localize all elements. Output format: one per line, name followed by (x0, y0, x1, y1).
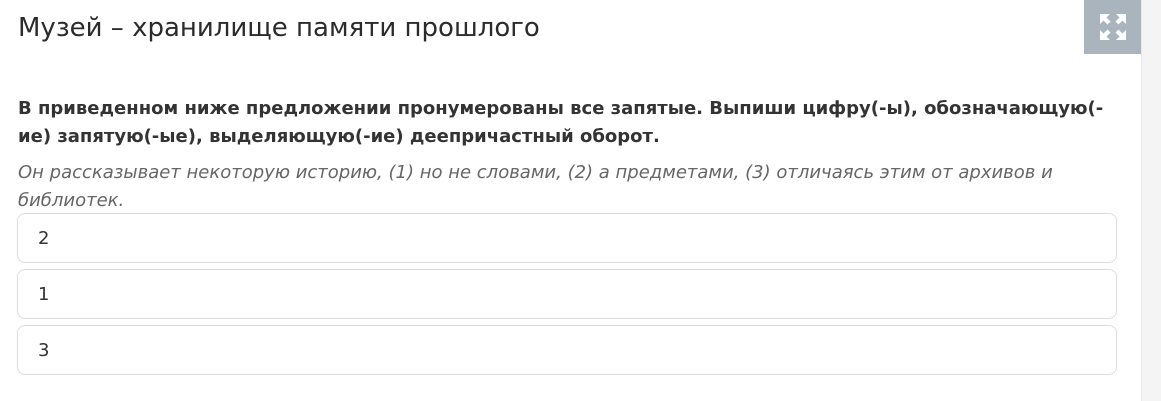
scrollbar-track[interactable] (1141, 0, 1161, 401)
question-instruction: В приведенном ниже предложении пронумеро… (18, 98, 1104, 147)
answer-option[interactable]: 1 (17, 269, 1117, 319)
page-title: Музей – хранилище памяти прошлого (18, 13, 540, 43)
expand-arrows-icon (1100, 14, 1126, 40)
answer-option[interactable]: 2 (17, 213, 1117, 263)
question-sentence: Он рассказывает некоторую историю, (1) н… (18, 162, 1053, 211)
answer-option[interactable]: 3 (17, 325, 1117, 375)
answer-options: 2 1 3 (17, 213, 1117, 381)
fullscreen-button[interactable] (1084, 0, 1142, 54)
task-page: Музей – хранилище памяти прошлого В прив… (0, 0, 1161, 401)
